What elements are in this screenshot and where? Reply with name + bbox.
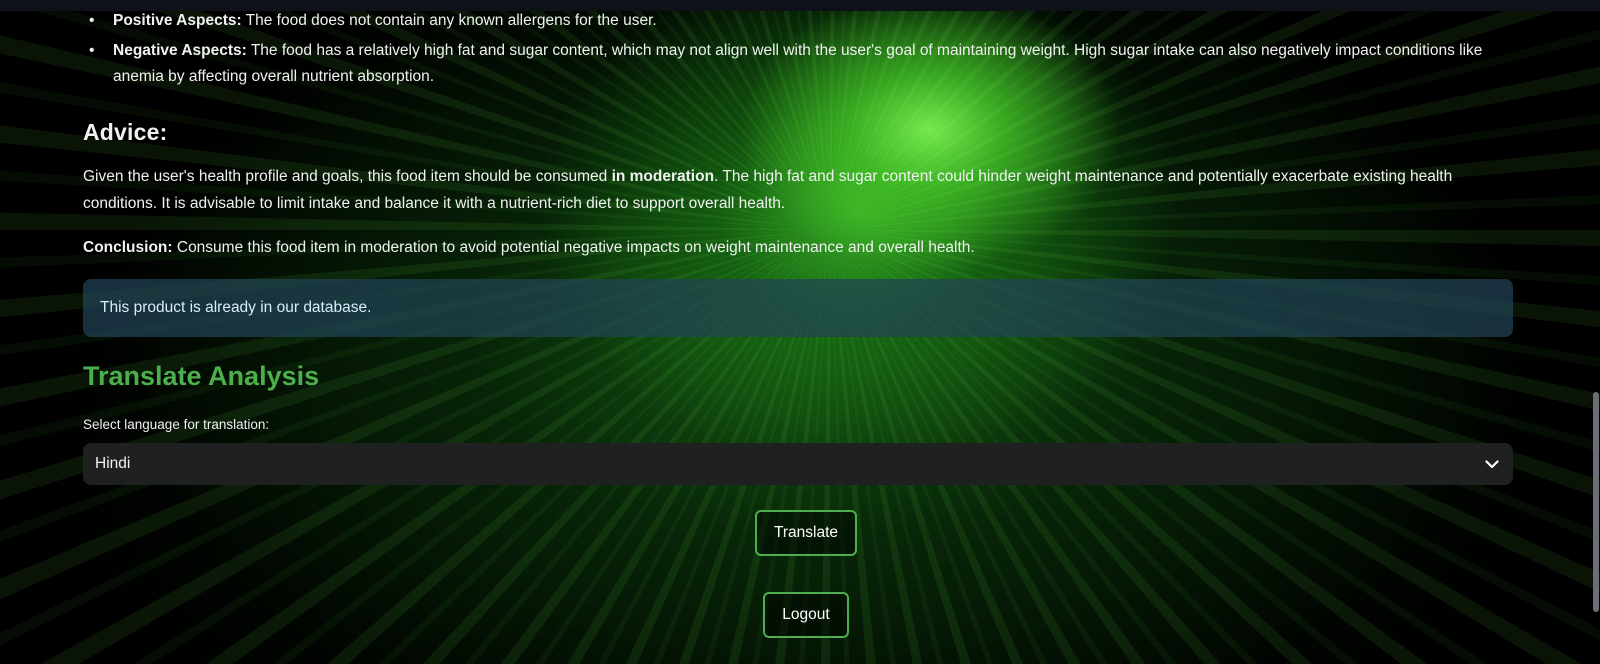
conclusion-text: Consume this food item in moderation to … [172, 239, 975, 256]
conclusion-label: Conclusion: [83, 239, 173, 256]
info-alert-text: This product is already in our database. [100, 299, 372, 316]
bullet-icon: • [89, 41, 95, 59]
language-select-value: Hindi [95, 455, 131, 472]
logout-button[interactable]: Logout [763, 592, 849, 638]
advice-heading: Advice: [83, 119, 168, 145]
negative-aspects-text: The food has a relatively high fat and s… [113, 41, 1483, 86]
negative-aspects-label: Negative Aspects: [113, 41, 247, 59]
advice-paragraph: Given the user's health profile and goal… [83, 164, 1513, 217]
list-item-positive-aspects: • Positive Aspects: The food does not co… [83, 8, 1513, 35]
language-select-label: Select language for translation: [83, 417, 270, 432]
conclusion-paragraph: Conclusion: Consume this food item in mo… [83, 235, 975, 262]
chevron-down-icon[interactable] [1483, 455, 1501, 473]
scrollbar-thumb[interactable] [1593, 392, 1599, 612]
advice-text-start: Given the user's health profile and goal… [83, 168, 612, 185]
vertical-scrollbar[interactable] [1592, 11, 1600, 664]
info-alert: This product is already in our database. [83, 279, 1513, 337]
aspects-list: • Positive Aspects: The food does not co… [83, 8, 1513, 94]
positive-aspects-text: The food does not contain any known alle… [241, 12, 657, 29]
translate-button[interactable]: Translate [755, 510, 857, 556]
list-item-negative-aspects: • Negative Aspects: The food has a relat… [83, 38, 1513, 91]
translate-section-title: Translate Analysis [83, 361, 320, 391]
bullet-icon: • [89, 12, 95, 29]
language-select[interactable]: Hindi [83, 443, 1513, 485]
advice-text-bold: in moderation [611, 168, 715, 185]
top-header-bar [0, 0, 1600, 11]
positive-aspects-label: Positive Aspects: [113, 12, 242, 29]
